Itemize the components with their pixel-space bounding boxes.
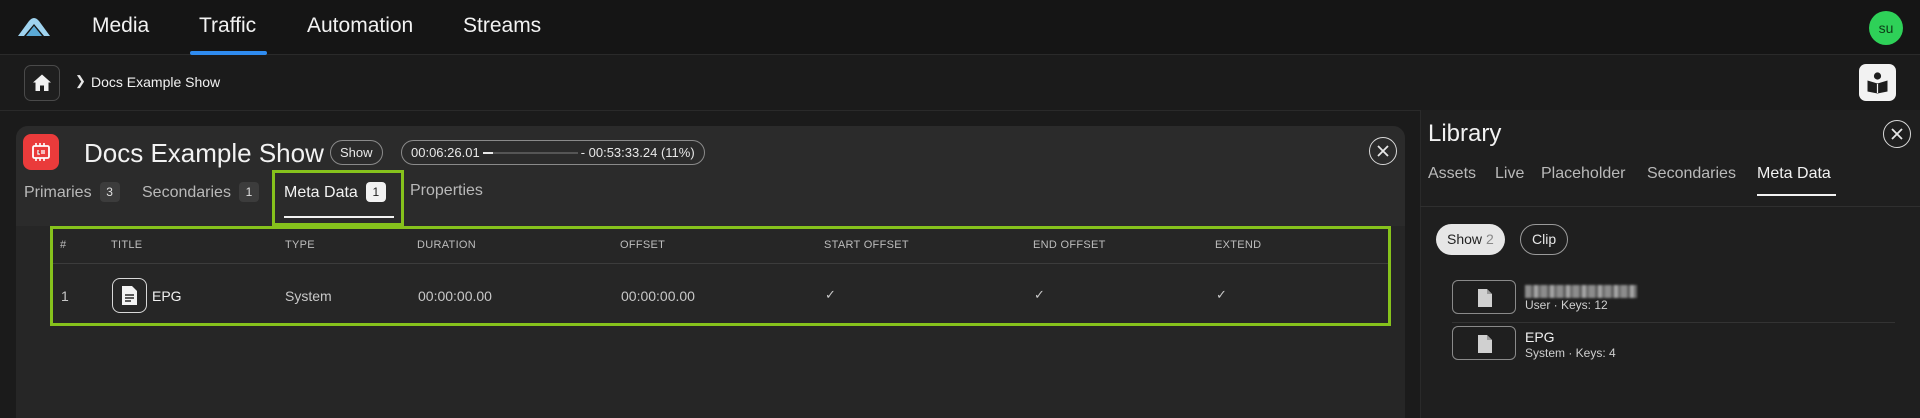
library-tab-assets[interactable]: Assets bbox=[1428, 165, 1476, 183]
library-tab-secondaries[interactable]: Secondaries bbox=[1647, 165, 1736, 183]
tab-secondaries[interactable]: Secondaries 1 bbox=[142, 182, 259, 202]
tab-properties[interactable]: Properties bbox=[410, 182, 483, 200]
close-icon bbox=[1891, 128, 1903, 140]
redacted-name-blur bbox=[1525, 284, 1637, 298]
nav-traffic[interactable]: Traffic bbox=[199, 14, 256, 55]
row-type: System bbox=[285, 288, 332, 304]
start-offset-check-icon: ✓ bbox=[825, 287, 836, 302]
filter-chip-show[interactable]: Show 2 bbox=[1436, 224, 1505, 255]
table-header-divider bbox=[53, 263, 1388, 264]
panel-title: Docs Example Show bbox=[84, 138, 324, 168]
library-tab-live[interactable]: Live bbox=[1495, 165, 1524, 183]
home-icon bbox=[33, 74, 51, 91]
library-item-name-redacted bbox=[1525, 282, 1637, 298]
column-header-end-offset[interactable]: END OFFSET bbox=[1033, 239, 1106, 251]
tab-label: Properties bbox=[410, 182, 483, 199]
progress-percent: (11%) bbox=[660, 145, 695, 160]
library-tab-placeholder[interactable]: Placeholder bbox=[1541, 165, 1626, 183]
book-reader-icon bbox=[1867, 72, 1888, 94]
extend-check-icon: ✓ bbox=[1216, 287, 1227, 302]
column-header-start-offset[interactable]: START OFFSET bbox=[824, 239, 909, 251]
library-panel bbox=[1420, 110, 1920, 418]
user-avatar[interactable]: su bbox=[1869, 11, 1903, 45]
row-duration: 00:00:00.00 bbox=[418, 288, 492, 304]
library-tab-meta-data[interactable]: Meta Data bbox=[1757, 165, 1831, 183]
row-offset: 00:00:00.00 bbox=[621, 288, 695, 304]
app-logo-icon[interactable] bbox=[17, 15, 51, 37]
breadcrumb-bar: ❯ Docs Example Show bbox=[0, 55, 1920, 111]
library-title: Library bbox=[1428, 120, 1502, 147]
tab-label: Secondaries bbox=[142, 184, 231, 201]
chip-label: Clip bbox=[1532, 231, 1557, 247]
show-film-icon bbox=[23, 134, 59, 170]
library-item-subtitle: User · Keys: 12 bbox=[1525, 298, 1608, 312]
nav-automation[interactable]: Automation bbox=[307, 14, 413, 55]
tab-count-badge: 1 bbox=[238, 182, 259, 202]
tab-count-badge: 3 bbox=[99, 182, 120, 202]
column-header-index: # bbox=[60, 239, 67, 251]
library-active-tab-indicator bbox=[1757, 194, 1836, 196]
library-divider bbox=[1420, 206, 1920, 207]
row-title[interactable]: EPG bbox=[152, 288, 182, 304]
progress-remaining: - 00:53:33.24 bbox=[580, 145, 658, 160]
progress-bar-fill bbox=[482, 151, 494, 154]
breadcrumb-chevron-icon: ❯ bbox=[75, 73, 86, 88]
column-header-duration[interactable]: DURATION bbox=[417, 239, 476, 251]
document-icon bbox=[112, 278, 147, 313]
column-header-extend[interactable]: EXTEND bbox=[1215, 239, 1261, 251]
tab-label: Primaries bbox=[24, 184, 92, 201]
document-filled-icon bbox=[1452, 280, 1516, 314]
breadcrumb-current[interactable]: Docs Example Show bbox=[91, 74, 220, 90]
library-item-name: EPG bbox=[1525, 329, 1555, 345]
highlight-meta-data-table bbox=[50, 226, 1391, 326]
library-item-divider bbox=[1452, 322, 1895, 323]
progress-elapsed: 00:06:26.01 bbox=[411, 145, 480, 160]
document-filled-icon bbox=[1452, 326, 1516, 360]
nav-media[interactable]: Media bbox=[92, 14, 149, 55]
column-header-offset[interactable]: OFFSET bbox=[620, 239, 665, 251]
panel-close-button[interactable] bbox=[1369, 137, 1397, 165]
end-offset-check-icon: ✓ bbox=[1034, 287, 1045, 302]
top-navigation-bar: Media Traffic Automation Streams su bbox=[0, 0, 1920, 55]
home-button[interactable] bbox=[24, 65, 60, 101]
duration-progress-pill: 00:06:26.01 - 00:53:33.24 (11%) bbox=[401, 140, 705, 165]
row-index: 1 bbox=[61, 288, 69, 304]
highlight-meta-data-tab bbox=[272, 170, 404, 226]
filter-chip-clip[interactable]: Clip bbox=[1520, 224, 1569, 255]
chip-label: Show bbox=[1447, 231, 1483, 247]
tab-primaries[interactable]: Primaries 3 bbox=[24, 182, 120, 202]
column-header-title[interactable]: TITLE bbox=[111, 239, 142, 251]
chip-count: 2 bbox=[1486, 231, 1494, 247]
close-icon bbox=[1377, 145, 1389, 157]
column-header-type[interactable]: TYPE bbox=[285, 239, 315, 251]
progress-bar bbox=[482, 151, 578, 154]
library-item-subtitle: System · Keys: 4 bbox=[1525, 346, 1616, 360]
type-pill[interactable]: Show bbox=[330, 140, 383, 165]
panel-header: Docs Example Show Show 00:06:26.01 - 00:5… bbox=[16, 126, 1405, 226]
nav-streams[interactable]: Streams bbox=[463, 14, 541, 55]
library-close-button[interactable] bbox=[1883, 120, 1911, 148]
help-book-button[interactable] bbox=[1859, 64, 1896, 101]
